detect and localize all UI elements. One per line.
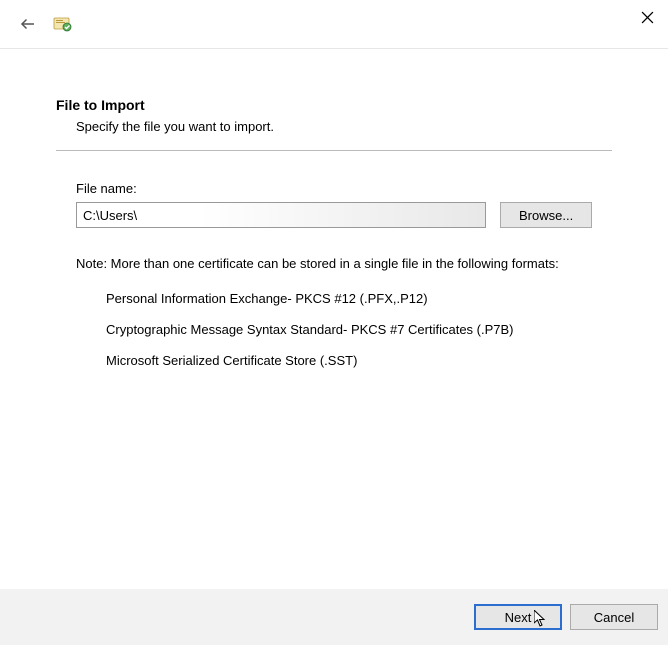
section-divider [56,150,612,151]
page-subtitle: Specify the file you want to import. [76,119,612,134]
page-title: File to Import [56,97,612,113]
note-text: Note: More than one certificate can be s… [76,256,612,271]
format-item: Microsoft Serialized Certificate Store (… [106,353,612,368]
certificate-wizard-icon [52,13,74,35]
close-button[interactable] [638,8,656,26]
browse-button[interactable]: Browse... [500,202,592,228]
wizard-content: File to Import Specify the file you want… [0,49,668,368]
cancel-button[interactable]: Cancel [570,604,658,630]
button-bar: Next Cancel [0,589,668,645]
format-item: Cryptographic Message Syntax Standard- P… [106,322,612,337]
back-button[interactable] [16,12,40,36]
file-name-label: File name: [76,181,612,196]
file-name-input[interactable] [76,202,486,228]
format-item: Personal Information Exchange- PKCS #12 … [106,291,612,306]
next-button[interactable]: Next [474,604,562,630]
title-bar [0,0,668,48]
